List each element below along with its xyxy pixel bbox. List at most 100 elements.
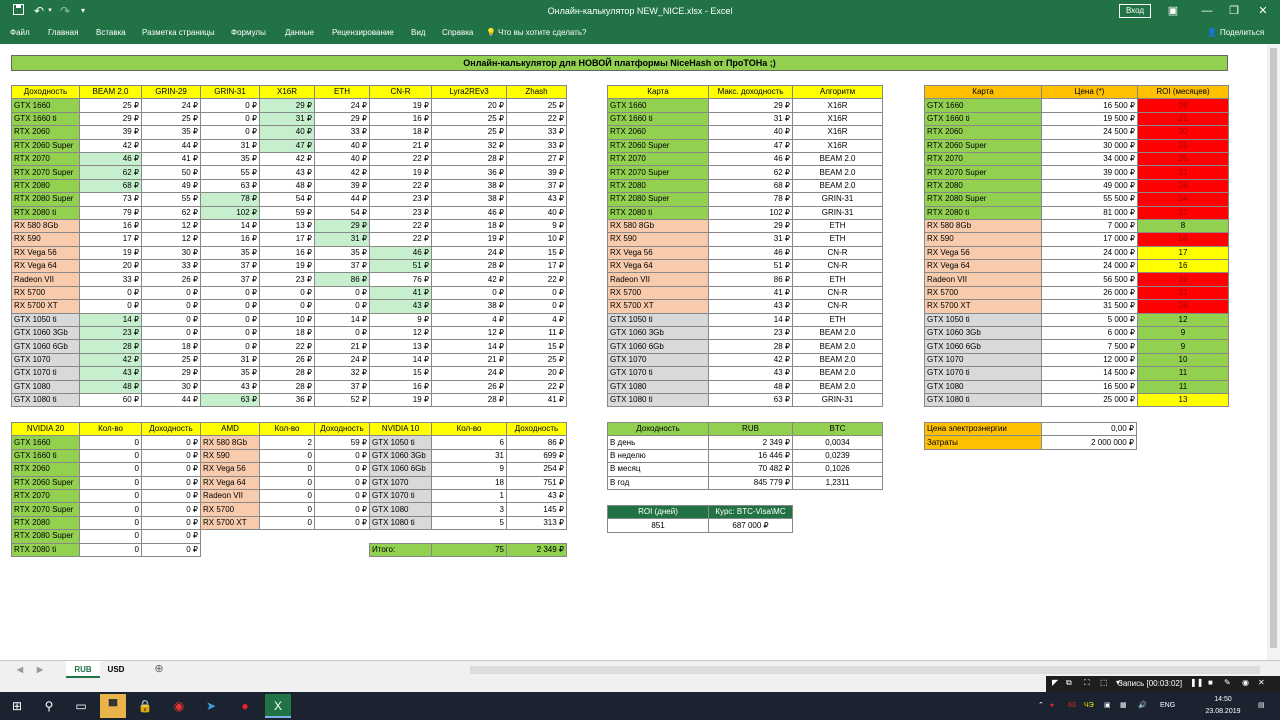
sheet-tab-usd[interactable]: USD (102, 661, 130, 678)
roi-months-cell[interactable]: 27 (1137, 205, 1229, 220)
profit-cell[interactable]: 35 ₽ (141, 125, 201, 140)
rub-income-cell[interactable]: 16 446 ₽ (708, 448, 793, 464)
profit-cell[interactable]: 43 ₽ (506, 192, 567, 207)
rub-income-cell[interactable]: 2 349 ₽ (708, 435, 793, 450)
algorithm-cell[interactable]: ETH (792, 232, 883, 247)
profit-cell[interactable]: 31 ₽ (200, 352, 260, 368)
algorithm-cell[interactable]: BEAM 2.0 (792, 379, 883, 394)
profit-cell[interactable]: 0 ₽ (141, 285, 201, 301)
max-profit-cell[interactable]: 41 ₽ (708, 285, 793, 301)
price-cell[interactable]: 24 000 ₽ (1041, 245, 1138, 261)
profit-cell[interactable]: 0 ₽ (431, 285, 507, 301)
profit-cell[interactable]: 0 ₽ (259, 299, 315, 314)
profit-cell[interactable]: 23 ₽ (79, 326, 142, 341)
roi-months-cell[interactable]: 12 (1137, 312, 1229, 328)
profit-cell[interactable]: 44 ₽ (141, 392, 201, 408)
quantity-input[interactable]: 0 (259, 475, 315, 490)
profit-cell[interactable]: 20 ₽ (79, 259, 142, 274)
profit-cell[interactable]: 47 ₽ (259, 138, 315, 153)
roi-months-cell[interactable]: 21 (1137, 165, 1229, 180)
profit-cell[interactable]: 60 ₽ (79, 392, 142, 408)
profit-cell[interactable]: 55 ₽ (200, 165, 260, 180)
profit-cell[interactable]: 16 ₽ (259, 245, 315, 261)
profit-cell[interactable]: 24 ₽ (141, 98, 201, 113)
tray-app-icon[interactable]: ▣ (1104, 692, 1111, 720)
share-button[interactable]: Поделиться (1220, 22, 1264, 44)
profit-cell[interactable]: 38 ₽ (431, 299, 507, 314)
profit-cell[interactable]: 24 ₽ (314, 352, 370, 368)
profit-cell[interactable]: 18 ₽ (369, 125, 432, 140)
profit-cell[interactable]: 26 ₽ (259, 352, 315, 368)
profit-cell[interactable]: 49 ₽ (141, 178, 201, 194)
profit-cell[interactable]: 16 ₽ (369, 379, 432, 394)
search-icon[interactable]: ⚲ (36, 694, 62, 718)
max-profit-cell[interactable]: 31 ₽ (708, 111, 793, 127)
price-cell[interactable]: 5 000 ₽ (1041, 312, 1138, 328)
profit-cell[interactable]: 52 ₽ (314, 392, 370, 408)
profit-cell[interactable]: 42 ₽ (79, 352, 142, 368)
vertical-scrollbar[interactable] (1267, 44, 1280, 660)
max-profit-cell[interactable]: 43 ₽ (708, 299, 793, 314)
profit-cell[interactable]: 0 ₽ (259, 285, 315, 301)
profit-cell[interactable]: 46 ₽ (79, 151, 142, 167)
rub-income-cell[interactable]: 70 482 ₽ (708, 462, 793, 477)
profit-cell[interactable]: 19 ₽ (369, 392, 432, 408)
price-cell[interactable]: 26 000 ₽ (1041, 285, 1138, 301)
profit-cell[interactable]: 39 ₽ (506, 165, 567, 180)
profit-cell[interactable]: 30 ₽ (141, 245, 201, 261)
profit-cell[interactable]: 31 ₽ (314, 232, 370, 247)
profit-cell[interactable]: 20 ₽ (431, 98, 507, 113)
profit-cell[interactable]: 31 ₽ (200, 138, 260, 153)
profit-cell[interactable]: 33 ₽ (79, 272, 142, 287)
profit-cell[interactable]: 0 ₽ (200, 125, 260, 140)
roi-months-cell[interactable]: 9 (1137, 339, 1229, 354)
max-profit-cell[interactable]: 78 ₽ (708, 192, 793, 207)
profit-cell[interactable]: 22 ₽ (506, 111, 567, 127)
tray-arrow-icon[interactable]: ⌃ (1038, 692, 1044, 720)
algorithm-cell[interactable]: GRIN-31 (792, 192, 883, 207)
quantity-input[interactable]: 0 (79, 529, 142, 544)
tell-me-search[interactable]: Что вы хотите сделать? (498, 22, 586, 44)
roi-months-cell[interactable]: 19 (1137, 98, 1229, 113)
profit-cell[interactable]: 33 ₽ (141, 259, 201, 274)
profit-cell[interactable]: 24 ₽ (431, 366, 507, 381)
minimize-icon[interactable]: — (1194, 0, 1220, 22)
algorithm-cell[interactable]: X16R (792, 125, 883, 140)
rec-tray-icon[interactable]: ● (1050, 692, 1054, 720)
ribbon-display-icon[interactable]: ▣ (1160, 0, 1186, 22)
scroll-thumb[interactable] (1270, 48, 1277, 648)
max-profit-cell[interactable]: 42 ₽ (708, 352, 793, 368)
profit-cell[interactable]: 54 ₽ (314, 205, 370, 220)
sheet-tab-rub[interactable]: RUB (66, 661, 100, 678)
profit-cell[interactable]: 0 ₽ (200, 111, 260, 127)
profit-cell[interactable]: 25 ₽ (141, 352, 201, 368)
notifications-icon[interactable]: ▤ (1258, 692, 1265, 720)
profit-cell[interactable]: 26 ₽ (431, 379, 507, 394)
max-profit-cell[interactable]: 28 ₽ (708, 339, 793, 354)
profit-cell[interactable]: 0 ₽ (200, 299, 260, 314)
network-icon[interactable]: ▦ (1120, 692, 1127, 720)
profit-cell[interactable]: 0 ₽ (314, 285, 370, 301)
profit-cell[interactable]: 40 ₽ (506, 205, 567, 220)
profit-cell[interactable]: 4 ₽ (431, 312, 507, 328)
algorithm-cell[interactable]: X16R (792, 111, 883, 127)
max-profit-cell[interactable]: 68 ₽ (708, 178, 793, 194)
task-view-icon[interactable]: ▭ (68, 694, 94, 718)
quantity-input[interactable]: 3 (431, 502, 507, 517)
btc-income-cell[interactable]: 1,2311 (792, 475, 883, 490)
region-icon[interactable]: ⬚ (1100, 678, 1108, 687)
profit-cell[interactable]: 76 ₽ (369, 272, 432, 287)
max-profit-cell[interactable]: 46 ₽ (708, 151, 793, 167)
profit-cell[interactable]: 22 ₽ (259, 339, 315, 354)
tab-help[interactable]: Справка (442, 22, 473, 44)
profit-cell[interactable]: 17 ₽ (259, 232, 315, 247)
price-cell[interactable]: 24 000 ₽ (1041, 259, 1138, 274)
profit-cell[interactable]: 12 ₽ (141, 218, 201, 234)
profit-cell[interactable]: 13 ₽ (369, 339, 432, 354)
explorer-icon[interactable]: ▀ (100, 694, 126, 718)
algorithm-cell[interactable]: BEAM 2.0 (792, 352, 883, 368)
profit-cell[interactable]: 19 ₽ (79, 245, 142, 261)
profit-cell[interactable]: 33 ₽ (314, 125, 370, 140)
profit-cell[interactable]: 22 ₽ (506, 379, 567, 394)
profit-cell[interactable]: 41 ₽ (369, 285, 432, 301)
